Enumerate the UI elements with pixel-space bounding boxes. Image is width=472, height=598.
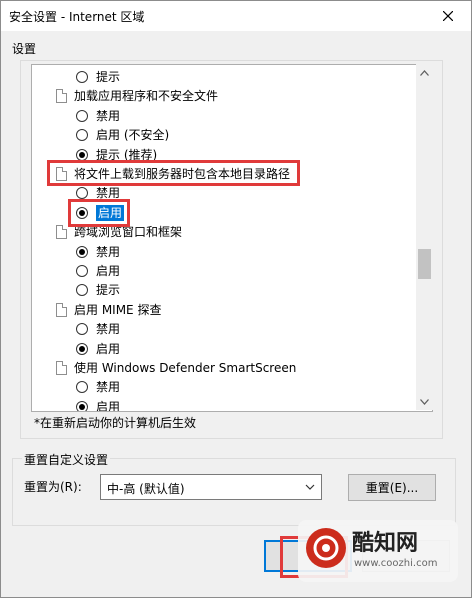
setting-label: 加载应用程序和不安全文件	[74, 89, 219, 104]
scroll-up-button[interactable]	[416, 64, 433, 81]
setting-option[interactable]: 提示	[76, 67, 120, 87]
radio-checked-icon[interactable]	[76, 148, 88, 161]
setting-category: 跨域浏览窗口和框架	[56, 222, 182, 242]
document-icon	[56, 167, 67, 181]
setting-label: 将文件上载到服务器时包含本地目录路径	[74, 167, 291, 181]
radio-unchecked-icon[interactable]	[76, 265, 88, 277]
chevron-down-icon	[305, 484, 315, 490]
setting-label: 使用 Windows Defender SmartScreen	[74, 361, 297, 375]
scroll-thumb[interactable]	[418, 249, 431, 279]
close-button[interactable]	[425, 1, 471, 31]
setting-label: 提示 (推荐)	[96, 147, 158, 162]
reset-level-value: 中-高 (默认值)	[107, 482, 185, 496]
setting-option[interactable]: 启用 (不安全)	[76, 125, 169, 145]
settings-tree[interactable]: 提示 加载应用程序和不安全文件 禁用 启用 (不安全) 提示 (推荐) 将文件上载到服务器…	[31, 64, 433, 412]
setting-option[interactable]: 禁用	[76, 377, 120, 397]
setting-category: 将文件上载到服务器时包含本地目录路径	[56, 164, 290, 184]
window-title: 安全设置 - Internet 区域	[9, 10, 145, 24]
radio-unchecked-icon[interactable]	[76, 129, 88, 142]
radio-unchecked-icon[interactable]	[76, 109, 88, 122]
setting-label: 提示	[96, 283, 121, 298]
setting-label: 启用 MIME 探查	[74, 302, 162, 317]
radio-unchecked-icon[interactable]	[76, 323, 88, 336]
radio-checked-icon[interactable]	[76, 400, 88, 411]
setting-category: 启用 MIME 探查	[56, 300, 161, 320]
reset-button-label: 重置(E)...	[365, 481, 419, 495]
radio-checked-icon[interactable]	[76, 206, 88, 219]
scroll-down-button[interactable]	[416, 393, 433, 410]
setting-category: 加载应用程序和不安全文件	[56, 86, 218, 106]
radio-unchecked-icon[interactable]	[76, 71, 88, 83]
setting-label: 提示	[96, 70, 121, 84]
radio-unchecked-icon[interactable]	[76, 381, 88, 394]
close-icon	[443, 11, 453, 21]
document-icon	[56, 225, 67, 240]
setting-label: 跨域浏览窗口和框架	[74, 225, 183, 240]
reset-level-select[interactable]: 中-高 (默认值)	[100, 474, 322, 500]
setting-option[interactable]: 禁用	[76, 319, 120, 339]
setting-option[interactable]: 启用	[76, 261, 120, 281]
setting-option[interactable]: 禁用	[76, 106, 120, 126]
setting-label: 启用	[96, 264, 121, 278]
setting-label: 启用	[96, 204, 125, 221]
reset-to-label: 重置为(R):	[24, 480, 82, 494]
setting-label: 禁用	[96, 380, 121, 395]
setting-option[interactable]: 启用	[76, 397, 121, 412]
radio-checked-icon[interactable]	[76, 245, 88, 258]
setting-label: 启用	[96, 399, 121, 412]
setting-label: 禁用	[96, 108, 121, 123]
reset-group-label: 重置自定义设置	[22, 451, 111, 468]
setting-label: 启用 (不安全)	[96, 128, 170, 143]
restart-note: *在重新启动你的计算机后生效	[34, 416, 197, 430]
radio-unchecked-icon[interactable]	[76, 187, 88, 200]
document-icon	[56, 89, 67, 104]
setting-category: 使用 Windows Defender SmartScreen	[56, 358, 296, 378]
document-icon	[56, 302, 67, 317]
chevron-up-icon	[420, 69, 429, 76]
settings-group-label: 设置	[12, 42, 37, 56]
setting-option[interactable]: 禁用	[76, 242, 120, 262]
watermark-url: www.coozhi.com	[354, 558, 438, 569]
settings-scrollbar[interactable]	[416, 64, 433, 410]
watermark-name: 酷知网	[352, 531, 419, 556]
chevron-down-icon	[420, 398, 429, 405]
setting-option[interactable]: 提示 (推荐)	[76, 145, 157, 165]
setting-label: 禁用	[96, 186, 121, 201]
setting-option[interactable]: 启用	[76, 339, 120, 359]
setting-option[interactable]: 提示	[76, 280, 120, 300]
setting-option[interactable]: 禁用	[76, 183, 120, 203]
setting-label: 启用	[96, 341, 121, 356]
reset-button[interactable]: 重置(E)...	[348, 474, 436, 501]
setting-option[interactable]: 启用	[76, 203, 125, 223]
watermark: 酷知网 www.coozhi.com	[298, 520, 458, 582]
radio-unchecked-icon[interactable]	[76, 284, 88, 297]
setting-label: 禁用	[96, 322, 121, 337]
document-icon	[56, 361, 67, 375]
title-bar: 安全设置 - Internet 区域	[1, 1, 471, 31]
radio-checked-icon[interactable]	[76, 342, 88, 355]
setting-label: 禁用	[96, 244, 121, 259]
coozhi-logo-icon	[306, 528, 346, 568]
